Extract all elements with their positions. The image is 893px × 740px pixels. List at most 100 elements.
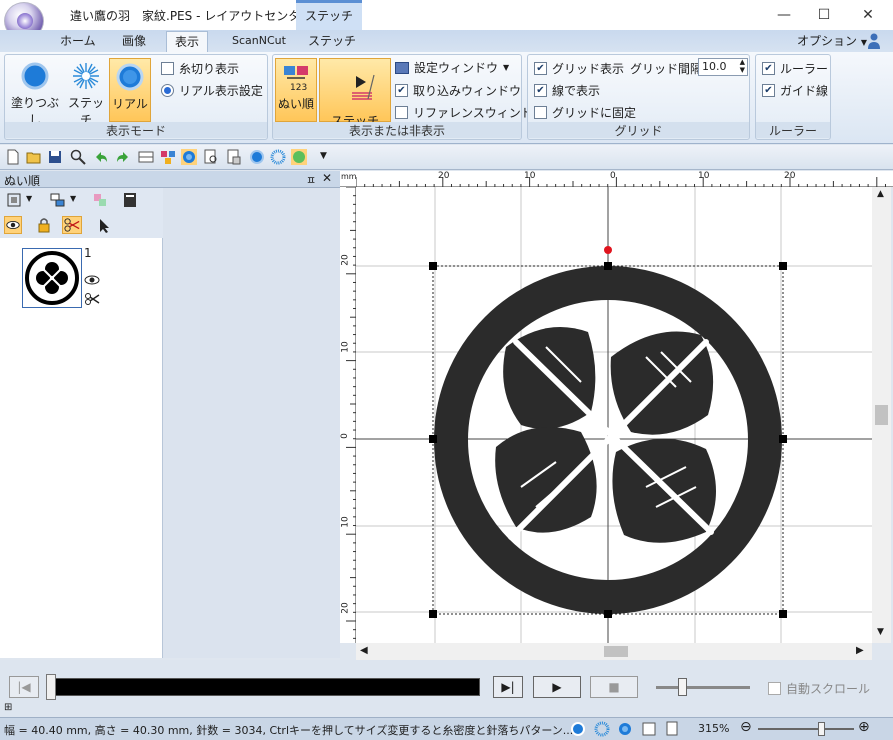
real-settings-option[interactable]: リアル表示設定 [161, 82, 263, 99]
resize-handle-nw[interactable] [429, 262, 437, 270]
tab-view[interactable]: 表示 [166, 31, 209, 52]
design-thumbnail [25, 251, 79, 305]
item-visible-eye-icon[interactable] [84, 274, 100, 286]
resize-handle-ne[interactable] [779, 262, 787, 270]
tab-stitch[interactable]: ステッチ [300, 31, 364, 52]
horizontal-scrollbar[interactable]: ◀ ▶ [356, 643, 872, 660]
real-mode-icon[interactable] [291, 149, 307, 165]
sew-order-button[interactable]: 123 ぬい順 [275, 58, 317, 122]
maximize-button[interactable]: ☐ [802, 0, 846, 30]
lock-icon[interactable] [36, 216, 52, 234]
preview-icon[interactable] [203, 149, 219, 165]
scroll-down-icon[interactable]: ▼ [877, 627, 884, 637]
design-canvas[interactable] [356, 187, 872, 643]
show-grid-checkbox[interactable]: ✔ グリッド表示 [534, 60, 624, 77]
resize-handle-sw[interactable] [429, 610, 437, 618]
status-bar: 幅 = 40.40 mm, 高さ = 40.30 mm, 針数 = 3034, … [0, 717, 893, 740]
resize-handle-e[interactable] [779, 435, 787, 443]
skip-end-button[interactable]: ▶| [493, 676, 523, 698]
minimize-button[interactable]: — [762, 0, 806, 30]
chevron-down-icon[interactable]: ▼ [70, 194, 76, 203]
fill-mode-icon[interactable] [249, 149, 265, 165]
progress-slider-thumb[interactable] [46, 674, 56, 700]
horizontal-scroll-thumb[interactable] [604, 646, 628, 657]
fill-mode-button[interactable]: 塗りつぶし [7, 58, 63, 127]
resize-handle-se[interactable] [779, 610, 787, 618]
options-menu[interactable]: オプション ▼ [797, 32, 867, 49]
scroll-left-icon[interactable]: ◀ [360, 645, 368, 656]
scroll-right-icon[interactable]: ▶ [856, 645, 864, 656]
real-mode-icon[interactable] [617, 721, 633, 737]
pointer-icon[interactable] [98, 218, 112, 234]
pane-title: ぬい順 [4, 174, 41, 188]
fill-mode-icon[interactable] [570, 721, 586, 737]
reference-window-checkbox[interactable]: リファレンスウィンドウ [395, 104, 545, 121]
toolbar-overflow-icon[interactable]: ▼ [320, 151, 327, 161]
stitch-progress-track[interactable] [46, 678, 480, 696]
grid-view-icon[interactable] [138, 149, 154, 165]
resize-handle-w[interactable] [429, 435, 437, 443]
sew-order-icon[interactable] [160, 149, 176, 165]
reorder-icon[interactable] [50, 192, 66, 208]
zoom-slider-thumb[interactable] [818, 722, 825, 736]
spin-icon[interactable]: ▲ ▼ [740, 58, 745, 74]
context-tab-stitch[interactable]: ステッチ [296, 0, 362, 30]
pin-icon[interactable]: ㅍ [306, 172, 316, 188]
tab-home[interactable]: ホーム [52, 31, 104, 52]
preview-icon[interactable] [665, 721, 681, 737]
zoom-icon[interactable] [70, 149, 86, 165]
stop-button[interactable]: ■ [590, 676, 638, 698]
show-lines-checkbox[interactable]: ✔ 線で表示 [534, 82, 600, 99]
visibility-eye-icon[interactable] [4, 216, 22, 234]
real-mode-button[interactable]: リアル [109, 58, 151, 122]
vertical-scrollbar[interactable]: ▲ ▼ [872, 187, 891, 643]
scroll-up-icon[interactable]: ▲ [877, 189, 884, 199]
stitch-mode-icon[interactable] [270, 149, 286, 165]
stitch-mode-button[interactable]: ステッチ [65, 58, 107, 127]
pane-close-icon[interactable]: ✕ [322, 171, 332, 185]
stitch-simulator-button[interactable]: ステッチ シミュレーター [319, 58, 404, 139]
zoom-slider-track[interactable] [758, 728, 854, 730]
frame-icon[interactable] [122, 192, 138, 208]
close-button[interactable]: ✕ [846, 0, 890, 30]
fit-icon[interactable] [6, 192, 22, 208]
grid-interval-input[interactable]: 10.0 ▲ ▼ [698, 58, 748, 76]
grid-icon[interactable] [641, 721, 657, 737]
color-group-icon[interactable] [92, 192, 108, 208]
user-icon[interactable] [867, 33, 881, 49]
skip-start-button[interactable]: |◀ [9, 676, 39, 698]
vertical-scroll-thumb[interactable] [875, 405, 888, 425]
resize-handle-n[interactable] [604, 262, 612, 270]
tab-image[interactable]: 画像 [114, 31, 154, 52]
settings-window-dropdown[interactable]: 設定ウィンドウ ▼ [395, 59, 509, 76]
scissors-icon[interactable] [62, 216, 82, 234]
redo-icon[interactable] [115, 149, 131, 165]
chevron-down-icon[interactable]: ▼ [26, 194, 32, 203]
document-icon[interactable] [226, 149, 242, 165]
new-file-icon[interactable] [5, 149, 21, 165]
expand-icon[interactable]: ⊞ [4, 702, 12, 713]
save-icon[interactable] [47, 149, 63, 165]
snap-grid-checkbox[interactable]: グリッドに固定 [534, 104, 636, 121]
speed-slider-track[interactable] [656, 686, 750, 689]
resize-handle-s[interactable] [604, 610, 612, 618]
undo-icon[interactable] [93, 149, 109, 165]
play-button[interactable]: ▶ [533, 676, 581, 698]
import-window-checkbox[interactable]: ✔ 取り込みウィンドウ [395, 82, 521, 99]
zoom-in-icon[interactable]: ⊕ [858, 719, 870, 735]
item-scissors-icon[interactable] [84, 292, 100, 306]
tab-scanncut[interactable]: ScanNCut [224, 31, 294, 52]
thread-cut-checkbox[interactable]: 糸切り表示 [161, 60, 239, 77]
skip-start-icon: |◀ [17, 680, 31, 694]
real-view-icon[interactable] [181, 149, 197, 165]
open-folder-icon[interactable] [26, 149, 42, 165]
ruler-top-label: 0 [610, 171, 616, 181]
guide-line-checkbox[interactable]: ✔ ガイド線 [762, 82, 828, 99]
speed-slider-thumb[interactable] [678, 678, 687, 696]
rotate-handle[interactable] [604, 246, 612, 254]
ruler-checkbox[interactable]: ✔ ルーラー [762, 60, 828, 77]
sew-order-item[interactable] [22, 248, 82, 308]
zoom-out-icon[interactable]: ⊖ [740, 719, 752, 735]
auto-scroll-checkbox[interactable]: 自動スクロール [768, 680, 870, 697]
stitch-mode-icon[interactable] [594, 721, 610, 737]
